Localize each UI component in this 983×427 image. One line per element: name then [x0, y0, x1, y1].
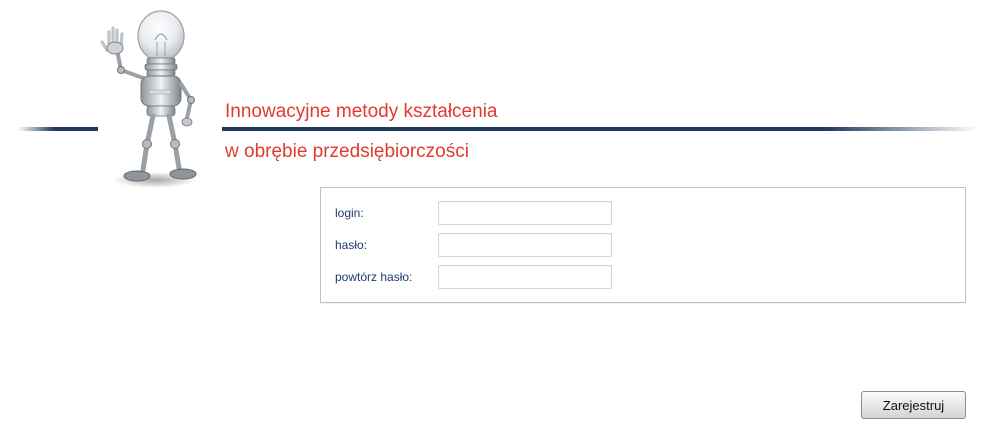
header-divider-right: [222, 127, 978, 131]
registration-form: login: hasło: powtórz hasło:: [320, 187, 966, 303]
header-title-line-2: w obrębie przedsiębiorczości: [225, 141, 469, 162]
password-input[interactable]: [438, 233, 612, 257]
login-row: login:: [335, 200, 612, 226]
registration-page: Innowacyjne metody kształcenia w obrębie…: [0, 0, 983, 427]
login-input[interactable]: [438, 201, 612, 225]
repeat-password-row: powtórz hasło:: [335, 264, 612, 290]
repeat-password-label: powtórz hasło:: [335, 270, 413, 284]
header-title-line-1: Innowacyjne metody kształcenia: [225, 101, 498, 122]
repeat-password-input[interactable]: [438, 265, 612, 289]
header-divider-left: [18, 127, 98, 131]
register-button[interactable]: Zarejestruj: [861, 391, 966, 419]
lightbulb-robot-mascot-icon: [100, 10, 197, 188]
login-label: login:: [335, 206, 364, 220]
password-label: hasło:: [335, 238, 368, 252]
password-row: hasło:: [335, 232, 612, 258]
